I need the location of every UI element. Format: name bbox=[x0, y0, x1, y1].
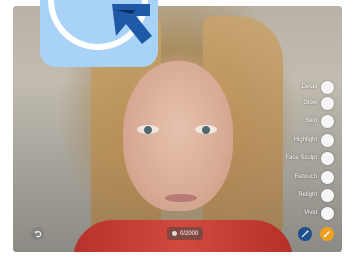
undo-button[interactable] bbox=[31, 227, 44, 240]
tool-circle-icon bbox=[321, 96, 334, 110]
tool-skin[interactable]: Skin bbox=[305, 114, 334, 128]
tool-label: Glow bbox=[303, 100, 317, 106]
tool-label: Vivid bbox=[304, 210, 317, 216]
left-eye bbox=[137, 125, 159, 134]
right-eye bbox=[195, 125, 217, 134]
tool-label: Detail bbox=[301, 84, 317, 90]
tool-circle-icon bbox=[321, 188, 334, 202]
tool-circle-icon bbox=[321, 114, 334, 128]
tool-circle-icon bbox=[321, 151, 334, 165]
tool-retouch[interactable]: Retouch bbox=[295, 170, 334, 184]
counter-text: 0/2000 bbox=[180, 230, 199, 237]
tool-label: Face Sculpt bbox=[285, 155, 317, 161]
tool-vivid[interactable]: Vivid bbox=[304, 206, 334, 220]
tool-circle-icon bbox=[321, 206, 334, 220]
tool-circle-icon bbox=[321, 80, 334, 94]
magic-icon bbox=[301, 230, 309, 238]
credit-counter: 0/2000 bbox=[167, 227, 204, 240]
tool-detail[interactable]: Detail bbox=[302, 80, 334, 94]
tool-label: Relight bbox=[298, 192, 317, 198]
lips bbox=[165, 194, 197, 202]
tool-label: Skin bbox=[305, 118, 317, 124]
magic-button[interactable] bbox=[298, 227, 312, 241]
tool-circle-icon bbox=[321, 170, 334, 184]
tool-circle-icon bbox=[321, 133, 334, 147]
circle-dot-icon bbox=[172, 231, 177, 236]
brush-icon bbox=[323, 231, 330, 238]
tool-relight[interactable]: Relight bbox=[298, 188, 334, 202]
tool-label: Retouch bbox=[294, 174, 317, 180]
tool-label: Highlight bbox=[293, 137, 317, 143]
tool-glow[interactable]: Glow bbox=[303, 96, 334, 110]
brush-button[interactable] bbox=[320, 227, 334, 241]
tool-highlight[interactable]: Highlight bbox=[294, 133, 334, 147]
undo-icon bbox=[34, 230, 41, 237]
tool-face-sculpt[interactable]: Face Sculpt bbox=[285, 151, 334, 165]
face bbox=[123, 61, 233, 211]
app-logo bbox=[40, 0, 158, 67]
blue-arrow-cursor-icon bbox=[112, 4, 152, 44]
